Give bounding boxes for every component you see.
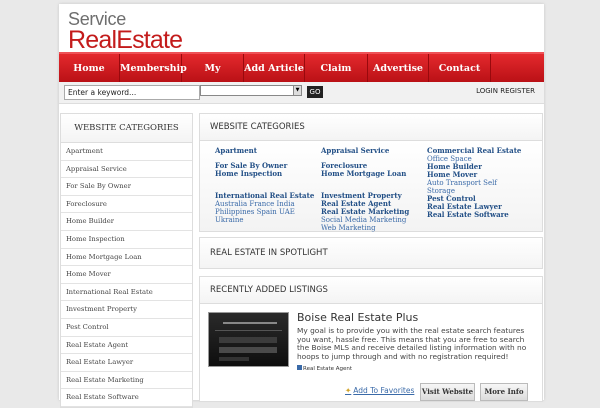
chevron-down-icon[interactable]: ▼ [293,86,301,95]
sidebar-item-home-builder[interactable]: Home Builder [61,213,192,231]
sidebar: WEBSITE CATEGORIES Apartment Appraisal S… [60,113,193,408]
folder-icon [297,365,302,370]
cat-commercial-real-estate[interactable]: Commercial Real Estate [427,147,521,155]
more-info-button[interactable]: More Info [480,383,528,401]
main-nav: Home Membership My Account Add Article C… [59,52,544,104]
nav-claim-profile[interactable]: Claim Profile [305,54,368,104]
nav-add-article[interactable]: Add Article [244,54,305,84]
visit-website-button[interactable]: Visit Website [420,383,475,401]
recent-listings-title: RECENTLY ADDED LISTINGS [200,277,542,304]
listing-category-label: Real Estate Agent [303,366,353,372]
listing-item: Boise Real Estate Plus My goal is to pro… [200,304,542,401]
categories-title: WEBSITE CATEGORIES [200,114,542,141]
sidebar-item-foreclosure[interactable]: Foreclosure [61,196,192,214]
subcat-marketing-1[interactable]: Social Media Marketing [321,216,406,224]
site-logo[interactable]: Service RealEstate [68,10,183,54]
cat-international-real-estate[interactable]: International Real Estate [215,192,314,200]
sidebar-item-home-mover[interactable]: Home Mover [61,266,192,284]
subcat-marketing-2[interactable]: Web Marketing [321,224,376,232]
sidebar-item-real-estate-agent[interactable]: Real Estate Agent [61,337,192,355]
go-button[interactable]: GO [307,86,323,98]
spotlight-box: REAL ESTATE IN SPOTLIGHT [199,237,543,269]
sidebar-item-appraisal-service[interactable]: Appraisal Service [61,161,192,179]
cat-home-mover[interactable]: Home Mover [427,171,477,179]
categories-box: WEBSITE CATEGORIES Apartment For Sale By… [199,113,543,232]
sidebar-title: WEBSITE CATEGORIES [61,114,192,143]
sidebar-item-international-real-estate[interactable]: International Real Estate [61,284,192,302]
sidebar-item-home-inspection[interactable]: Home Inspection [61,231,192,249]
subcat-mover-1[interactable]: Auto Transport Self [427,179,497,187]
keyword-input[interactable]: Enter a keyword... [64,85,200,100]
cat-apartment[interactable]: Apartment [215,147,257,155]
add-to-favorites-label: Add To Favorites [353,386,415,395]
nav-home[interactable]: Home [59,54,120,84]
star-icon: ✦ [345,386,352,395]
nav-my-account[interactable]: My Account [182,54,244,104]
sidebar-item-investment-property[interactable]: Investment Property [61,301,192,319]
register-link[interactable]: REGISTER [500,87,535,95]
sidebar-item-real-estate-software[interactable]: Real Estate Software [61,389,192,407]
add-to-favorites-link[interactable]: ✦ Add To Favorites [345,386,414,395]
cat-real-estate-software[interactable]: Real Estate Software [427,211,509,219]
subcat-international-1[interactable]: Australia France India [215,200,295,208]
subcat-international-3[interactable]: Ukraine [215,216,244,224]
page-container: Service RealEstate Home Membership My Ac… [59,4,544,408]
categories-grid: Apartment For Sale By Owner Home Inspect… [200,141,542,232]
cat-real-estate-marketing[interactable]: Real Estate Marketing [321,208,409,216]
listing-thumbnail[interactable] [208,312,289,367]
cat-home-inspection[interactable]: Home Inspection [215,170,282,178]
sidebar-item-real-estate-marketing[interactable]: Real Estate Marketing [61,372,192,390]
nav-contact[interactable]: Contact [429,54,491,84]
listing-category[interactable]: Real Estate Agent [297,365,352,372]
search-bar: Enter a keyword... ▼ GO LOGIN REGISTER [59,82,544,104]
category-select[interactable]: ▼ [200,85,302,96]
spotlight-title: REAL ESTATE IN SPOTLIGHT [200,238,542,268]
cat-appraisal-service[interactable]: Appraisal Service [321,147,389,155]
logo-line2: RealEstate [68,26,183,54]
cat-home-mortgage-loan[interactable]: Home Mortgage Loan [321,170,406,178]
subcat-international-2[interactable]: Philippines Spain UAE [215,208,295,216]
sidebar-item-apartment[interactable]: Apartment [61,143,192,161]
sidebar-item-real-estate-lawyer[interactable]: Real Estate Lawyer [61,354,192,372]
sidebar-item-for-sale-by-owner[interactable]: For Sale By Owner [61,178,192,196]
sidebar-item-pest-control[interactable]: Pest Control [61,319,192,337]
nav-advertise[interactable]: Advertise [368,54,429,84]
listing-description: My goal is to provide you with the real … [297,326,527,361]
recent-listings-box: RECENTLY ADDED LISTINGS Boise Real Estat… [199,276,543,402]
listing-title[interactable]: Boise Real Estate Plus [297,311,418,324]
login-link[interactable]: LOGIN [476,87,498,95]
nav-membership[interactable]: Membership [120,54,187,84]
sidebar-item-home-mortgage-loan[interactable]: Home Mortgage Loan [61,249,192,267]
account-links: LOGIN REGISTER [476,87,535,95]
